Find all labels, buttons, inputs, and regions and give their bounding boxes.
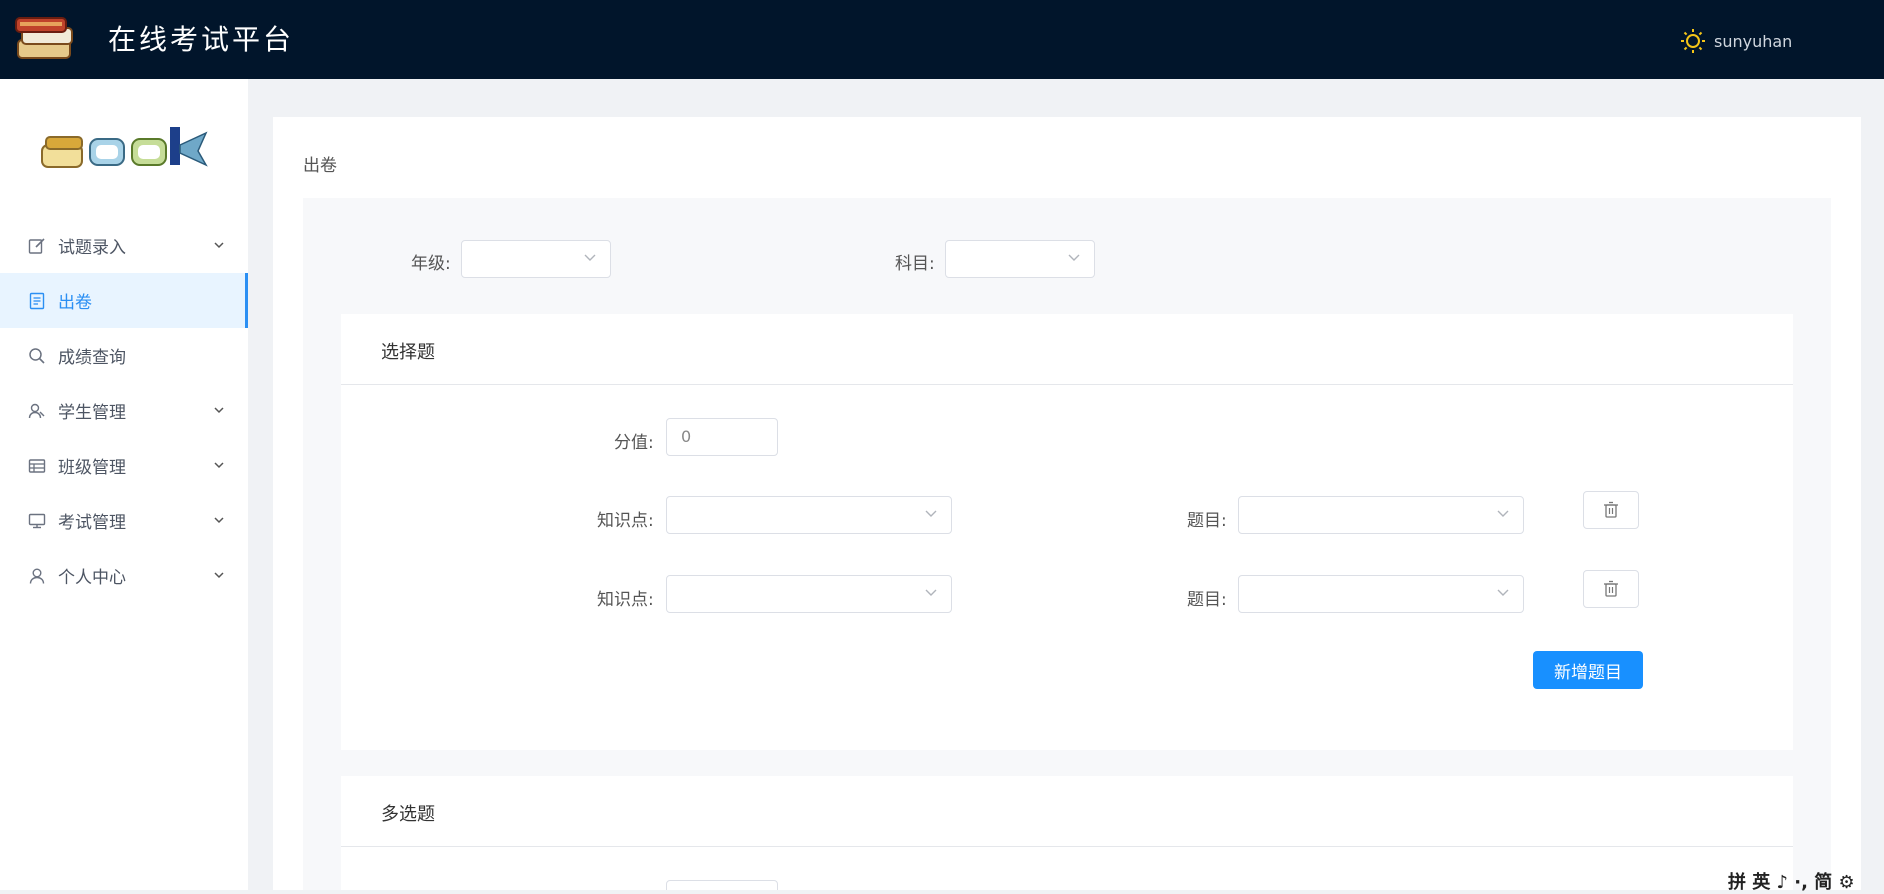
sidebar-item-class-management[interactable]: 班级管理 <box>0 438 248 493</box>
side-menu: 试题录入 出卷 成绩查询 学生管理 班级管理 考试管理 个人中心 <box>0 218 248 603</box>
delete-question-button[interactable] <box>1583 491 1639 529</box>
sidebar-item-score-query[interactable]: 成绩查询 <box>0 328 248 383</box>
chevron-down-icon <box>1497 510 1509 517</box>
score-label: 分值: <box>614 433 654 453</box>
add-question-button[interactable]: 新增题目 <box>1533 651 1643 689</box>
chevron-down-icon <box>214 517 224 524</box>
sidebar-item-label: 出卷 <box>58 293 92 313</box>
sun-icon <box>1681 29 1705 53</box>
trash-icon <box>1604 501 1618 518</box>
username: sunyuhan <box>1714 31 1793 51</box>
sidebar-item-exam-management[interactable]: 考试管理 <box>0 493 248 548</box>
divider <box>341 384 1793 385</box>
sidebar-item-label: 学生管理 <box>58 403 126 423</box>
sidebar-item-personal-center[interactable]: 个人中心 <box>0 548 248 603</box>
section-title: 选择题 <box>381 342 435 363</box>
sidebar-item-label: 考试管理 <box>58 513 126 533</box>
section-title: 多选题 <box>381 804 435 825</box>
search-icon <box>29 347 45 364</box>
delete-question-button[interactable] <box>1583 570 1639 608</box>
multiple-choice-card: 多选题 <box>341 776 1793 890</box>
app-title: 在线考试平台 <box>108 24 295 56</box>
top-bar: 在线考试平台 sunyuhan <box>0 0 1884 79</box>
chevron-down-icon <box>214 407 224 414</box>
sidebar-item-label: 成绩查询 <box>58 348 126 368</box>
knowledge-point-select[interactable] <box>666 575 952 613</box>
main-content: 出卷 年级: 科目: 选择题 分值: 0 知识点: 题目: 知识点: 题目: 新… <box>273 117 1861 890</box>
knowledge-point-label: 知识点: <box>597 590 654 610</box>
question-select[interactable] <box>1238 496 1524 534</box>
divider <box>341 846 1793 847</box>
sidebar-item-label: 个人中心 <box>58 568 126 588</box>
chevron-down-icon <box>1068 254 1080 261</box>
chevron-down-icon <box>584 254 596 261</box>
user-icon <box>29 568 45 584</box>
chevron-down-icon <box>1497 589 1509 596</box>
ime-toolbar[interactable]: 拼 英 ♪ ·, 简 ⚙ <box>1728 868 1855 894</box>
edit-icon <box>28 237 45 254</box>
knowledge-point-label: 知识点: <box>597 511 654 531</box>
book-wordmark-logo <box>41 127 208 168</box>
sidebar: 试题录入 出卷 成绩查询 学生管理 班级管理 考试管理 个人中心 <box>0 79 248 890</box>
question-label: 题目: <box>1187 511 1227 531</box>
chevron-down-icon <box>925 510 937 517</box>
chevron-down-icon <box>925 589 937 596</box>
chevron-down-icon <box>214 242 224 249</box>
document-icon <box>29 292 45 309</box>
sidebar-item-create-paper[interactable]: 出卷 <box>0 273 248 328</box>
user-group-icon <box>28 403 45 418</box>
sidebar-item-student-management[interactable]: 学生管理 <box>0 383 248 438</box>
book-logo-icon <box>15 17 73 59</box>
score-input[interactable]: 0 <box>666 418 778 456</box>
subject-label: 科目: <box>895 254 935 274</box>
monitor-icon <box>28 513 46 528</box>
user-menu[interactable]: sunyuhan <box>1680 28 1792 54</box>
single-choice-card: 选择题 分值: 0 知识点: 题目: 知识点: 题目: 新增题目 <box>341 314 1793 750</box>
trash-icon <box>1604 580 1618 597</box>
sidebar-item-label: 班级管理 <box>58 458 126 478</box>
grade-select[interactable] <box>461 240 611 278</box>
sidebar-item-label: 试题录入 <box>58 238 126 258</box>
chevron-down-icon <box>214 462 224 469</box>
grade-label: 年级: <box>411 254 451 274</box>
question-select[interactable] <box>1238 575 1524 613</box>
score-input[interactable] <box>666 880 778 890</box>
knowledge-point-select[interactable] <box>666 496 952 534</box>
page-title: 出卷 <box>303 156 337 176</box>
subject-select[interactable] <box>945 240 1095 278</box>
table-icon <box>28 458 46 473</box>
sidebar-item-question-entry[interactable]: 试题录入 <box>0 218 248 273</box>
paper-form-panel: 年级: 科目: 选择题 分值: 0 知识点: 题目: 知识点: 题目: 新增题目… <box>303 198 1831 890</box>
chevron-down-icon <box>214 572 224 579</box>
question-label: 题目: <box>1187 590 1227 610</box>
